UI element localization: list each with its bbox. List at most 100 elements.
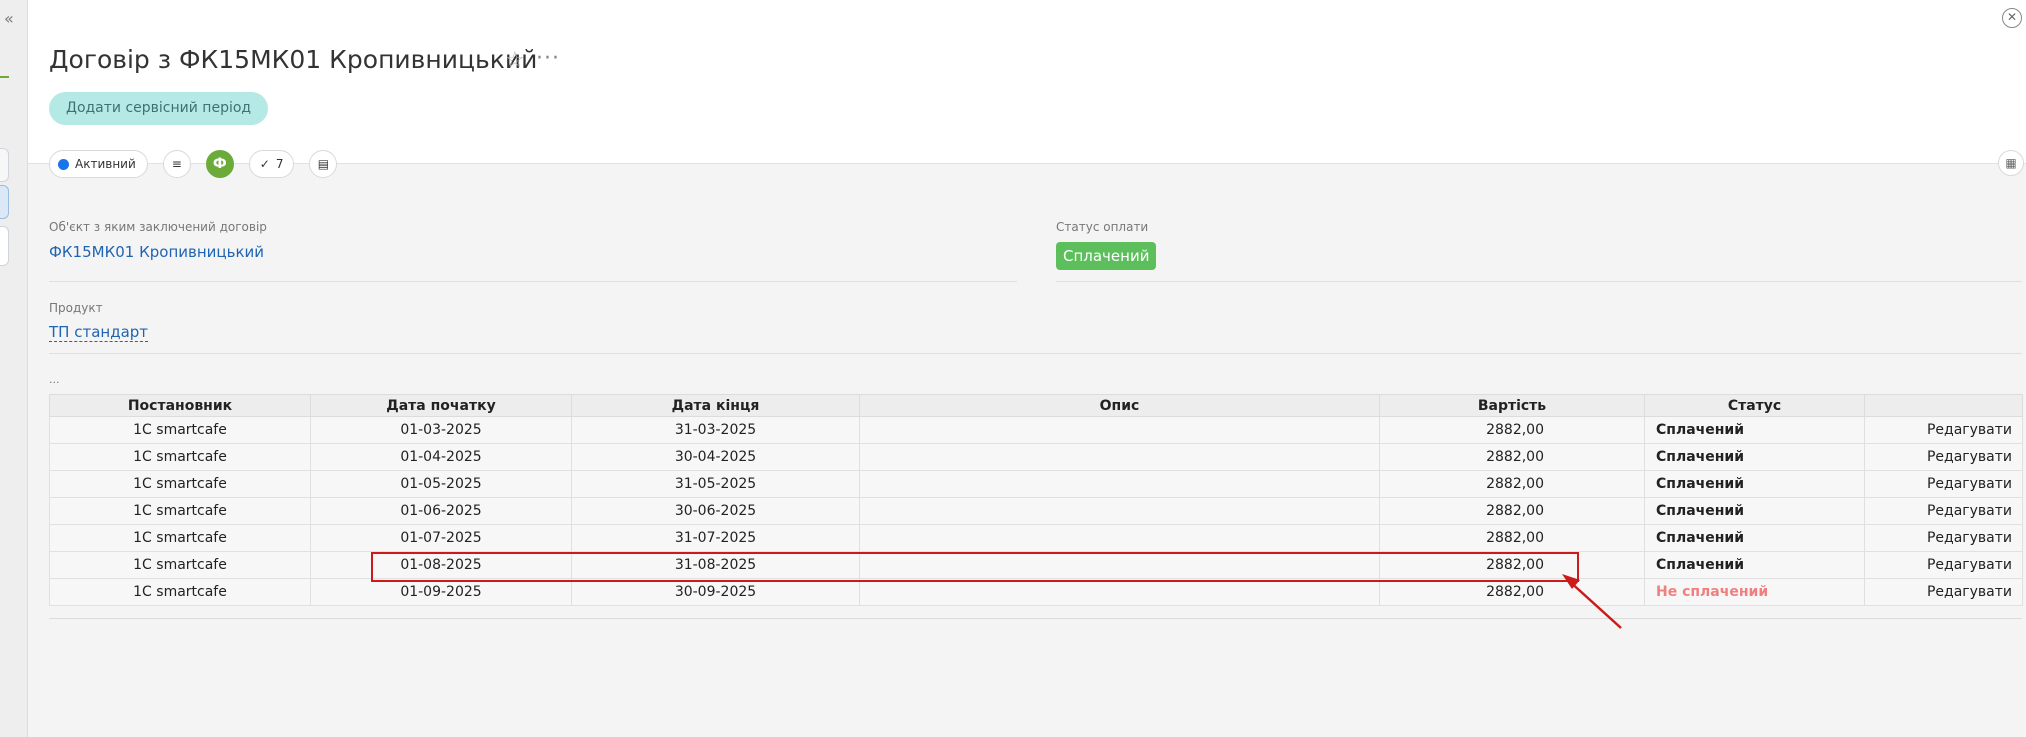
- service-periods-table: Постановник Дата початку Дата кінця Опис…: [49, 394, 2023, 606]
- description-cell: [859, 470, 1380, 498]
- status-cell: Сплачений: [1644, 470, 1865, 498]
- end-date-cell: 30-04-2025: [571, 443, 860, 471]
- table-row: 1С smartcafe 01-08-2025 31-08-2025 2882,…: [49, 551, 2023, 579]
- sidebar-tab[interactable]: [0, 148, 9, 182]
- edit-link[interactable]: Редагувати: [1864, 497, 2023, 525]
- description-cell: [859, 524, 1380, 552]
- status-dot-icon: [58, 158, 69, 170]
- provider-cell: 1С smartcafe: [49, 578, 311, 606]
- price-cell: 2882,00: [1379, 443, 1645, 471]
- column-header[interactable]: Дата початку: [310, 394, 572, 417]
- product-field-value[interactable]: ТП стандарт: [49, 323, 149, 342]
- start-date-cell: 01-09-2025: [310, 578, 572, 606]
- phi-button[interactable]: Ф: [205, 150, 234, 178]
- product-field-label: Продукт: [49, 301, 103, 315]
- table-row: 1С smartcafe 01-09-2025 30-09-2025 2882,…: [49, 578, 2023, 606]
- provider-cell: 1С smartcafe: [49, 470, 311, 498]
- edit-link[interactable]: Редагувати: [1864, 416, 2023, 444]
- price-cell: 2882,00: [1379, 416, 1645, 444]
- status-cell: Сплачений: [1644, 524, 1865, 552]
- start-date-cell: 01-05-2025: [310, 470, 572, 498]
- left-sidebar: «: [0, 0, 28, 737]
- field-divider: [1056, 281, 2022, 282]
- status-cell: Сплачений: [1644, 551, 1865, 579]
- status-label: Активний: [75, 157, 136, 171]
- field-divider: [49, 353, 2022, 354]
- table-bottom-divider: [49, 618, 2022, 619]
- status-chip[interactable]: Активний: [49, 150, 148, 178]
- status-cell: Сплачений: [1644, 416, 1865, 444]
- end-date-cell: 31-05-2025: [571, 470, 860, 498]
- table-row: 1С smartcafe 01-04-2025 30-04-2025 2882,…: [49, 443, 2023, 471]
- provider-cell: 1С smartcafe: [49, 497, 311, 525]
- column-header: [1864, 394, 2023, 417]
- table-header-row: Постановник Дата початку Дата кінця Опис…: [49, 394, 2023, 417]
- edit-link[interactable]: Редагувати: [1864, 524, 2023, 552]
- edit-link[interactable]: Редагувати: [1864, 443, 2023, 471]
- provider-cell: 1С smartcafe: [49, 551, 311, 579]
- price-cell: 2882,00: [1379, 524, 1645, 552]
- payment-status-badge: Сплачений: [1056, 242, 1157, 270]
- status-cell: Сплачений: [1644, 497, 1865, 525]
- price-cell: 2882,00: [1379, 470, 1645, 498]
- column-header[interactable]: Вартість: [1379, 394, 1645, 417]
- description-cell: [859, 497, 1380, 525]
- star-icon[interactable]: ☆: [505, 48, 525, 73]
- sidebar-tab-active[interactable]: [0, 185, 9, 219]
- object-field-label: Об'єкт з яким заключений договір: [49, 220, 267, 234]
- start-date-cell: 01-06-2025: [310, 497, 572, 525]
- table-row: 1С smartcafe 01-07-2025 31-07-2025 2882,…: [49, 524, 2023, 552]
- calendar-icon[interactable]: ▦: [1998, 150, 2024, 176]
- provider-cell: 1С smartcafe: [49, 443, 311, 471]
- table-row: 1С smartcafe 01-06-2025 30-06-2025 2882,…: [49, 497, 2023, 525]
- tasks-count: 7: [275, 157, 284, 171]
- table-row: 1С smartcafe 01-03-2025 31-03-2025 2882,…: [49, 416, 2023, 444]
- end-date-cell: 31-07-2025: [571, 524, 860, 552]
- column-header[interactable]: Постановник: [49, 394, 311, 417]
- sidebar-marker: [0, 72, 9, 78]
- tasks-button[interactable]: ✓ 7: [248, 150, 295, 178]
- end-date-cell: 30-06-2025: [571, 497, 860, 525]
- notes-button[interactable]: ▤: [309, 150, 338, 178]
- check-circle-icon: ✓: [259, 157, 270, 171]
- description-cell: [859, 578, 1380, 606]
- object-field-value[interactable]: ФК15МК01 Кропивницький: [49, 243, 264, 261]
- start-date-cell: 01-08-2025: [310, 551, 572, 579]
- status-cell-unpaid: Не сплачений: [1644, 578, 1865, 606]
- field-divider: [49, 281, 1017, 282]
- table-row: 1С smartcafe 01-05-2025 31-05-2025 2882,…: [49, 470, 2023, 498]
- end-date-cell: 31-03-2025: [571, 416, 860, 444]
- add-service-period-button[interactable]: Додати сервісний період: [49, 92, 269, 125]
- status-cell: Сплачений: [1644, 443, 1865, 471]
- price-cell: 2882,00: [1379, 497, 1645, 525]
- description-cell: [859, 416, 1380, 444]
- list-button[interactable]: ≡: [162, 150, 191, 178]
- close-icon[interactable]: ✕: [2002, 8, 2022, 28]
- edit-link[interactable]: Редагувати: [1864, 551, 2023, 579]
- notes-icon: ▤: [317, 157, 330, 171]
- section-dots: ...: [49, 373, 60, 386]
- description-cell: [859, 443, 1380, 471]
- column-header[interactable]: Дата кінця: [571, 394, 860, 417]
- column-header[interactable]: Статус: [1644, 394, 1865, 417]
- phi-icon: Ф: [212, 156, 227, 172]
- price-cell: 2882,00: [1379, 551, 1645, 579]
- collapse-sidebar-icon[interactable]: «: [4, 9, 14, 28]
- end-date-cell: 30-09-2025: [571, 578, 860, 606]
- sidebar-tab[interactable]: [0, 226, 9, 266]
- price-cell: 2882,00: [1379, 578, 1645, 606]
- payment-status-label: Статус оплати: [1056, 220, 1149, 234]
- edit-link[interactable]: Редагувати: [1864, 470, 2023, 498]
- provider-cell: 1С smartcafe: [49, 416, 311, 444]
- start-date-cell: 01-03-2025: [310, 416, 572, 444]
- page-title: Договір з ФК15МК01 Кропивницький: [49, 45, 538, 74]
- more-options-icon[interactable]: ···: [536, 46, 560, 71]
- provider-cell: 1С smartcafe: [49, 524, 311, 552]
- column-header[interactable]: Опис: [859, 394, 1380, 417]
- end-date-cell: 31-08-2025: [571, 551, 860, 579]
- record-toolbar: Активний ≡ Ф ✓ 7 ▤: [49, 150, 338, 178]
- description-cell: [859, 551, 1380, 579]
- list-icon: ≡: [171, 157, 182, 171]
- record-header: ✕ Договір з ФК15МК01 Кропивницький ☆ ···…: [28, 0, 2026, 164]
- edit-link[interactable]: Редагувати: [1864, 578, 2023, 606]
